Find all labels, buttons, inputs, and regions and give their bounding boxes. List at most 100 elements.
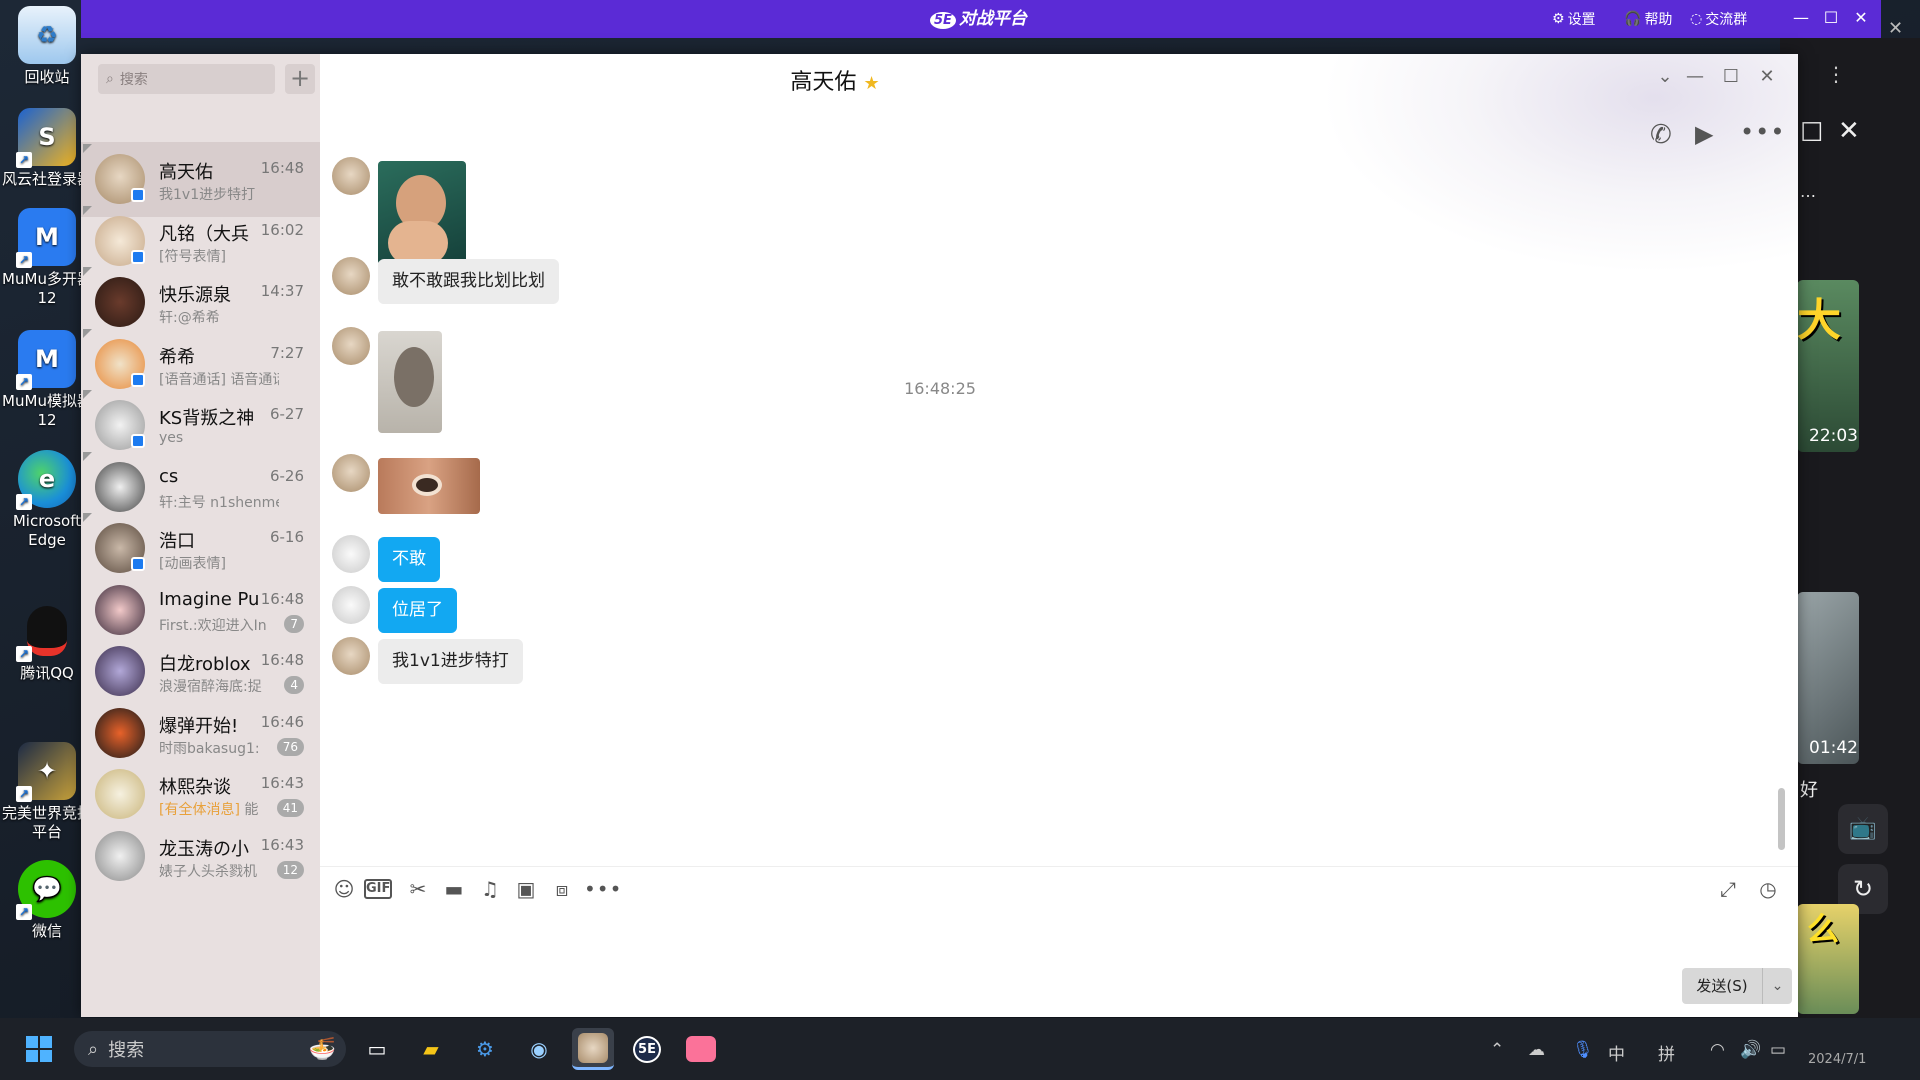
avatar[interactable] bbox=[332, 327, 370, 365]
tv-icon[interactable]: 📺 bbox=[1838, 804, 1888, 854]
screen-record-icon[interactable]: ⧈ bbox=[548, 877, 576, 901]
conversation-item[interactable]: 龙玉涛の小 16:43 婊子人头杀戮机 12 bbox=[81, 819, 320, 894]
platform-maximize-button[interactable]: ☐ bbox=[1820, 8, 1842, 27]
minimize-button[interactable]: — bbox=[1682, 66, 1708, 87]
avatar[interactable] bbox=[332, 535, 370, 573]
windows-start-icon[interactable] bbox=[18, 1028, 60, 1070]
video-panel-restore-icon[interactable]: ☐ bbox=[1800, 118, 1823, 148]
tray-ime-pinyin[interactable]: 拼 bbox=[1658, 1040, 1675, 1065]
message-scrollbar[interactable] bbox=[1778, 788, 1785, 850]
image-attachment[interactable] bbox=[378, 458, 480, 514]
unread-count-badge: 12 bbox=[276, 860, 304, 879]
image-attachment[interactable] bbox=[378, 331, 442, 433]
task-view-icon[interactable]: ▭ bbox=[356, 1028, 398, 1070]
video-app-more-icon[interactable]: ⋮ bbox=[1826, 62, 1846, 86]
desktop-icon-recycle-bin[interactable]: ♻ 回收站 bbox=[0, 6, 94, 87]
file-explorer-icon[interactable]: ▰ bbox=[410, 1028, 452, 1070]
pin-marker bbox=[83, 451, 92, 461]
tray-date[interactable]: 2024/7/1 bbox=[1808, 1052, 1866, 1067]
send-options-chevron-icon[interactable]: ⌄ bbox=[1762, 968, 1792, 1004]
voice-call-icon[interactable]: ✆ bbox=[1650, 120, 1672, 150]
avatar[interactable] bbox=[332, 586, 370, 624]
desktop-icon-label: 完美世界竞技平台 bbox=[1, 804, 92, 841]
add-button[interactable]: + bbox=[285, 64, 315, 94]
unread-count-badge: 7 bbox=[284, 614, 304, 633]
image-icon[interactable]: ▣ bbox=[512, 877, 540, 901]
desktop-icon-perfect-world[interactable]: ✦ ↗ 完美世界竞技平台 bbox=[0, 742, 94, 842]
video-thumbnail-1[interactable]: 大 22:03 bbox=[1797, 280, 1859, 452]
scissors-icon[interactable]: ✂ bbox=[404, 877, 432, 901]
desktop-icon-mumu[interactable]: M ↗ MuMu模拟器12 bbox=[0, 330, 94, 430]
conversation-preview: 轩:@希希 bbox=[159, 310, 220, 326]
settings-gear-icon[interactable]: ⚙ bbox=[464, 1028, 506, 1070]
avatar[interactable] bbox=[332, 257, 370, 295]
tray-volume-icon[interactable]: 🔊 bbox=[1740, 1040, 1761, 1060]
conversation-time: 6-26 bbox=[269, 466, 304, 485]
folder-icon[interactable]: ▬ bbox=[440, 877, 468, 901]
send-button[interactable]: 发送(S) bbox=[1682, 968, 1762, 1004]
close-button[interactable]: ✕ bbox=[1754, 66, 1780, 87]
music-icon[interactable]: ♫ bbox=[476, 877, 504, 901]
image-attachment[interactable] bbox=[378, 161, 466, 265]
avatar bbox=[95, 769, 145, 819]
fengyun-icon: S ↗ bbox=[16, 108, 76, 168]
desktop-icon-fengyun[interactable]: S ↗ 风云社登录器 bbox=[0, 108, 94, 189]
tray-cloud-icon[interactable]: ☁ bbox=[1528, 1040, 1545, 1060]
video-call-icon[interactable]: ▶︎ bbox=[1695, 120, 1713, 148]
tray-wifi-icon[interactable]: ◠ bbox=[1710, 1040, 1725, 1060]
desktop-icon-qq[interactable]: ↗ 腾讯QQ bbox=[0, 602, 94, 683]
gif-button[interactable]: GIF bbox=[364, 879, 392, 899]
tray-battery-icon[interactable]: ▭ bbox=[1770, 1040, 1786, 1060]
message-bubble[interactable]: 不敢 bbox=[378, 537, 440, 582]
search-input[interactable]: ⌕ 搜索 bbox=[98, 64, 275, 94]
avatar bbox=[95, 646, 145, 696]
video-panel-close-icon[interactable]: ✕ bbox=[1838, 116, 1860, 146]
more-options-icon[interactable]: ••• bbox=[1740, 118, 1785, 146]
message-bubble[interactable]: 我1v1进步特打 bbox=[378, 639, 523, 684]
tray-mic-icon[interactable]: 🎙 bbox=[1572, 1040, 1594, 1060]
video-panel-more-icon[interactable]: … bbox=[1800, 182, 1816, 201]
video-thumbnail-2[interactable]: 01:42 bbox=[1797, 592, 1859, 764]
chat-header: 高天佑 ★ ⌄ — ☐ ✕ bbox=[320, 54, 1798, 104]
conversation-preview: [语音通话] 语音通话 bbox=[159, 371, 279, 388]
platform-minimize-button[interactable]: — bbox=[1790, 8, 1812, 27]
tray-ime-mode[interactable]: 中 bbox=[1608, 1040, 1625, 1065]
conversation-preview: 我1v1进步特打 bbox=[159, 187, 256, 203]
chat-app-taskbar-icon[interactable] bbox=[572, 1028, 614, 1070]
input-toolbar: ☺ GIF ✂ ▬ ♫ ▣ ⧈ ••• ⤢ ◷ bbox=[320, 866, 1798, 910]
history-clock-icon[interactable]: ◷ bbox=[1754, 877, 1782, 901]
community-button[interactable]: ◌ 交流群 bbox=[1690, 9, 1747, 29]
video-thumbnail-3[interactable]: 么 bbox=[1797, 904, 1859, 1014]
pin-marker bbox=[83, 144, 92, 153]
conversation-time: 16:02 bbox=[260, 220, 304, 239]
tray-chevron-up-icon[interactable]: ⌃ bbox=[1490, 1040, 1504, 1060]
desktop-icon-mumu-multi[interactable]: M ↗ MuMu多开器12 bbox=[0, 208, 94, 308]
message-bubble[interactable]: 位居了 bbox=[378, 588, 457, 633]
chevron-down-icon[interactable]: ⌄ bbox=[1652, 66, 1678, 87]
expand-icon[interactable]: ⤢ bbox=[1714, 877, 1742, 901]
desktop-icon-wechat[interactable]: 💬 ↗ 微信 bbox=[0, 860, 94, 941]
5e-platform-taskbar-icon[interactable]: 5E bbox=[626, 1028, 668, 1070]
emoji-icon[interactable]: ☺ bbox=[330, 877, 358, 901]
steam-icon[interactable]: ◉ bbox=[518, 1028, 560, 1070]
help-button[interactable]: 🎧 帮助 bbox=[1624, 9, 1672, 29]
message-bubble[interactable]: 敢不敢跟我比划比划 bbox=[378, 259, 559, 304]
desktop-icon-edge[interactable]: e ↗ Microsoft Edge bbox=[0, 450, 94, 550]
bilibili-taskbar-icon[interactable] bbox=[680, 1028, 722, 1070]
more-tools-icon[interactable]: ••• bbox=[584, 877, 621, 901]
avatar bbox=[95, 584, 145, 635]
conversation-preview: [动画表情] bbox=[159, 556, 226, 572]
avatar[interactable] bbox=[332, 454, 370, 492]
message-input[interactable] bbox=[320, 912, 1798, 1017]
avatar[interactable] bbox=[332, 157, 370, 195]
avatar[interactable] bbox=[332, 637, 370, 675]
conversation-name: 浩口 bbox=[159, 531, 195, 552]
qq-icon: ↗ bbox=[16, 602, 76, 662]
maximize-button[interactable]: ☐ bbox=[1718, 66, 1744, 87]
chat-title: 高天佑 ★ bbox=[790, 70, 880, 95]
conversation-preview: 婊子人头杀戮机 bbox=[159, 863, 257, 880]
taskbar-search-input[interactable]: ⌕ 搜索 🍜 bbox=[74, 1031, 346, 1067]
video-app-close-icon[interactable]: ✕ bbox=[1888, 18, 1903, 39]
platform-close-button[interactable]: ✕ bbox=[1850, 8, 1872, 27]
settings-button[interactable]: ⚙ 设置 bbox=[1552, 9, 1596, 29]
